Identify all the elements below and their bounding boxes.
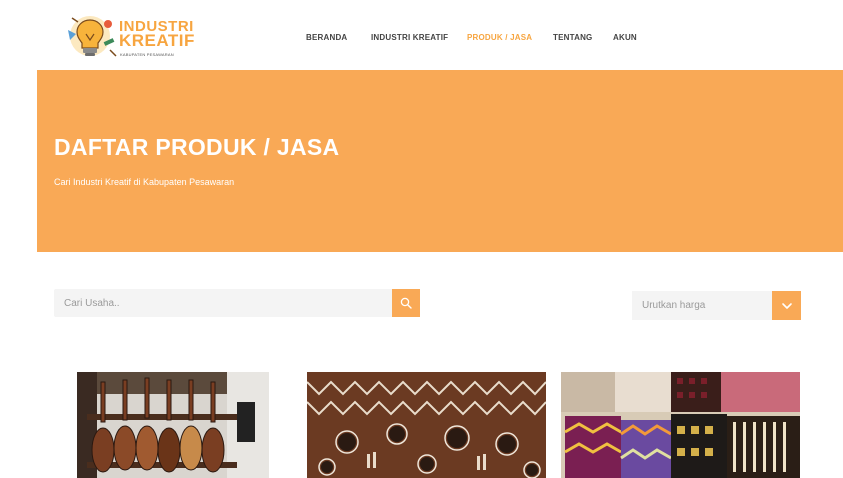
site-logo[interactable]: INDUSTRI KREATIF KABUPATEN PESAWARAN (64, 10, 196, 62)
nav-item-tentang[interactable]: TENTANG (553, 33, 592, 42)
sort-selected-value: Urutkan harga (642, 300, 706, 311)
guitars-photo (77, 372, 269, 478)
nav-item-industri-kreatif[interactable]: INDUSTRI KREATIF (371, 33, 448, 42)
search-icon (400, 297, 412, 309)
sort-select[interactable]: Urutkan harga (632, 291, 773, 320)
tapis-fabric-photo (307, 372, 546, 478)
logo-emblem-icon (68, 16, 117, 57)
product-card-image-tapis[interactable] (307, 372, 546, 478)
navbar: INDUSTRI KREATIF KABUPATEN PESAWARAN BER… (0, 0, 843, 70)
sort-dropdown-button[interactable] (772, 291, 801, 320)
product-card-image-guitars[interactable] (77, 372, 269, 478)
nav-item-produk-jasa[interactable]: PRODUK / JASA (467, 33, 532, 42)
nav-item-beranda[interactable]: BERANDA (306, 33, 347, 42)
nav-item-akun[interactable]: AKUN (613, 33, 637, 42)
search-button[interactable] (392, 289, 420, 317)
woven-textiles-photo (561, 372, 800, 478)
product-card-image-textiles[interactable] (561, 372, 800, 478)
page-subtitle: Cari Industri Kreatif di Kabupaten Pesaw… (54, 177, 235, 187)
page-title: DAFTAR PRODUK / JASA (54, 134, 340, 160)
search-field[interactable] (54, 289, 393, 317)
hero-banner: DAFTAR PRODUK / JASA Cari Industri Kreat… (37, 70, 843, 252)
chevron-down-icon (781, 302, 792, 309)
logo-subtitle: KABUPATEN PESAWARAN (120, 52, 174, 57)
search-input[interactable] (54, 289, 393, 317)
logo-text-line2: KREATIF (119, 31, 195, 50)
